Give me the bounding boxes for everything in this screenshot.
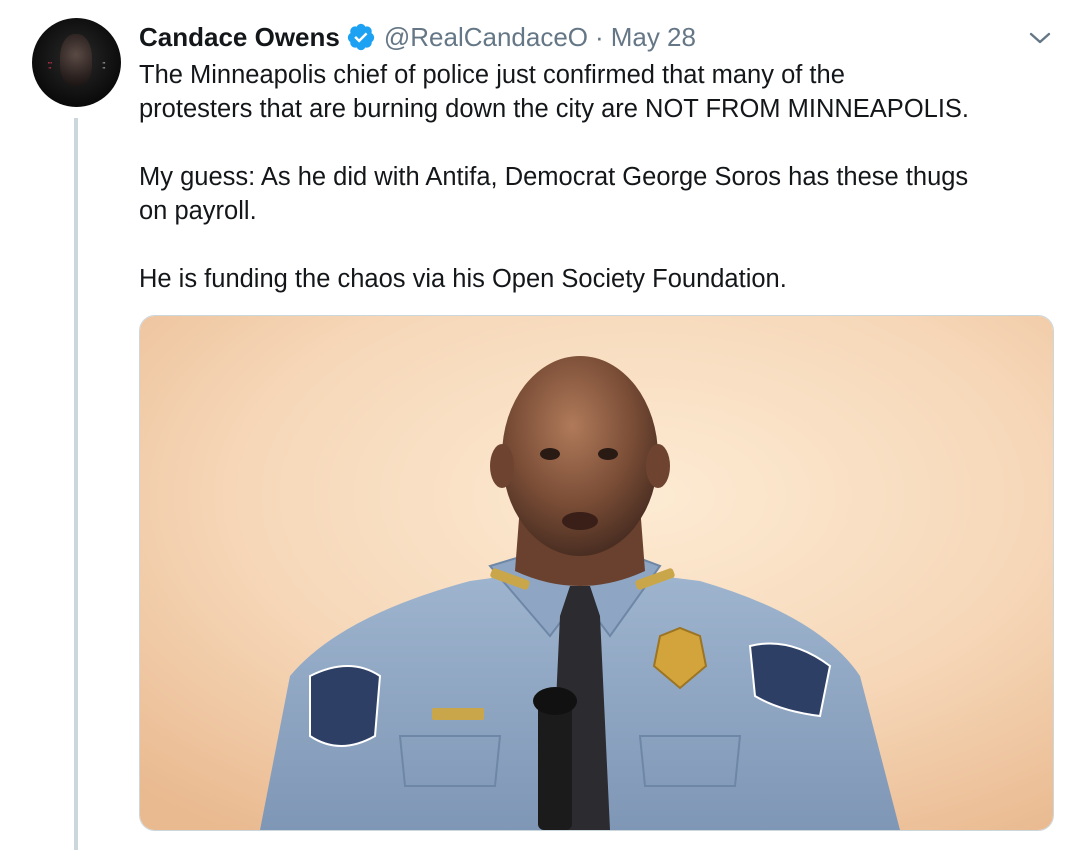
tweet-paragraph: He is funding the chaos via his Open Soc… <box>139 265 787 293</box>
tweet-paragraph: My guess: As he did with Antifa, Democra… <box>139 163 969 225</box>
tweet[interactable]: ▪▪▪ ▪▪ ▪▪ ▪▪ Candace Owens @RealCandaceO ·… <box>0 0 1092 850</box>
tweet-date[interactable]: May 28 <box>611 22 696 53</box>
tweet-media-photo[interactable] <box>139 315 1054 831</box>
avatar-decoration-left: ▪▪▪ ▪▪ <box>47 60 53 70</box>
tweet-header: Candace Owens @RealCandaceO · May 28 <box>139 20 696 54</box>
thread-line <box>74 118 78 850</box>
author-name[interactable]: Candace Owens <box>139 22 340 53</box>
tweet-paragraph: The Minneapolis chief of police just con… <box>139 61 970 123</box>
avatar-face <box>60 34 92 86</box>
chevron-down-icon[interactable] <box>1026 26 1054 50</box>
verified-badge-icon <box>347 23 374 51</box>
avatar[interactable]: ▪▪▪ ▪▪ ▪▪ ▪▪ <box>32 18 121 107</box>
media-photo-illustration <box>140 316 1053 830</box>
tweet-text: The Minneapolis chief of police just con… <box>139 58 1074 296</box>
author-handle[interactable]: @RealCandaceO <box>384 22 588 53</box>
header-separator: · <box>595 21 604 52</box>
avatar-decoration-right: ▪▪ ▪▪ <box>102 60 106 70</box>
